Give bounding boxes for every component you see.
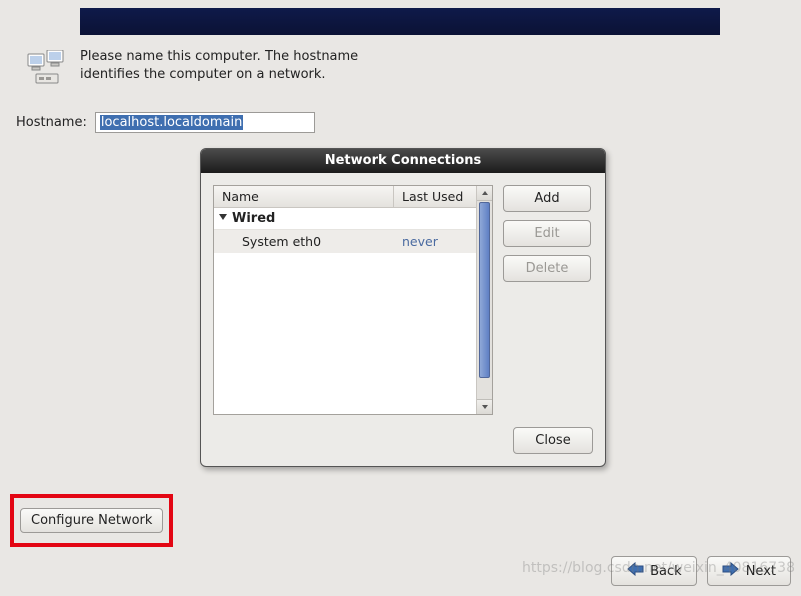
side-buttons: Add Edit Delete xyxy=(503,185,591,415)
arrow-left-icon xyxy=(626,562,644,580)
intro-block: Please name this computer. The hostname … xyxy=(26,48,386,86)
configure-network-button[interactable]: Configure Network xyxy=(20,508,163,533)
scrollbar[interactable] xyxy=(476,186,492,414)
edit-button[interactable]: Edit xyxy=(503,220,591,247)
computer-network-icon xyxy=(26,50,66,86)
hostname-row: Hostname: localhost.localdomain xyxy=(16,112,315,133)
column-last-used[interactable]: Last Used xyxy=(394,186,476,207)
list-header: Name Last Used xyxy=(214,186,476,208)
header-banner xyxy=(80,8,720,35)
expand-collapse-icon[interactable] xyxy=(218,211,228,226)
list-item[interactable]: System eth0 never xyxy=(214,230,476,253)
hostname-label: Hostname: xyxy=(16,115,87,130)
hostname-input[interactable]: localhost.localdomain xyxy=(95,112,315,133)
intro-text: Please name this computer. The hostname … xyxy=(80,48,386,86)
back-label: Back xyxy=(650,564,682,579)
hostname-value: localhost.localdomain xyxy=(100,115,243,130)
item-name: System eth0 xyxy=(214,230,394,253)
group-label: Wired xyxy=(232,211,275,226)
group-wired[interactable]: Wired xyxy=(214,208,476,230)
wizard-nav: Back Next xyxy=(611,556,791,586)
next-label: Next xyxy=(746,564,776,579)
configure-network-highlight: Configure Network xyxy=(10,494,173,547)
scroll-up-icon[interactable] xyxy=(477,186,492,201)
close-button[interactable]: Close xyxy=(513,427,593,454)
add-button[interactable]: Add xyxy=(503,185,591,212)
column-name[interactable]: Name xyxy=(214,186,394,207)
connections-list: Name Last Used Wired System eth0 never xyxy=(213,185,493,415)
delete-button[interactable]: Delete xyxy=(503,255,591,282)
item-last-used: never xyxy=(394,230,476,253)
back-button[interactable]: Back xyxy=(611,556,697,586)
scroll-thumb[interactable] xyxy=(479,202,490,378)
arrow-right-icon xyxy=(722,562,740,580)
dialog-title: Network Connections xyxy=(201,149,605,173)
network-connections-dialog: Network Connections Name Last Used Wired… xyxy=(200,148,606,467)
next-button[interactable]: Next xyxy=(707,556,791,586)
scroll-down-icon[interactable] xyxy=(477,399,492,414)
